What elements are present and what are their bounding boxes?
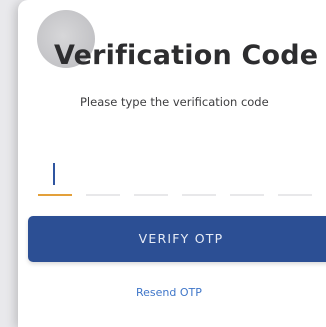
resend-otp-link[interactable]: Resend OTP [136, 286, 202, 299]
page-title: Verification Code [54, 40, 319, 71]
otp-digit-5[interactable] [230, 160, 264, 196]
page-subtitle: Please type the verification code [80, 95, 269, 109]
otp-digit-6[interactable] [278, 160, 312, 196]
otp-digit-2[interactable] [86, 160, 120, 196]
otp-digit-4[interactable] [182, 160, 216, 196]
otp-digit-1[interactable] [38, 160, 72, 196]
otp-digit-3[interactable] [134, 160, 168, 196]
verification-card: Verification Code Please type the verifi… [18, 0, 326, 327]
text-cursor [53, 163, 55, 185]
otp-input-row [38, 160, 326, 196]
verify-otp-button[interactable]: VERIFY OTP [28, 216, 326, 262]
